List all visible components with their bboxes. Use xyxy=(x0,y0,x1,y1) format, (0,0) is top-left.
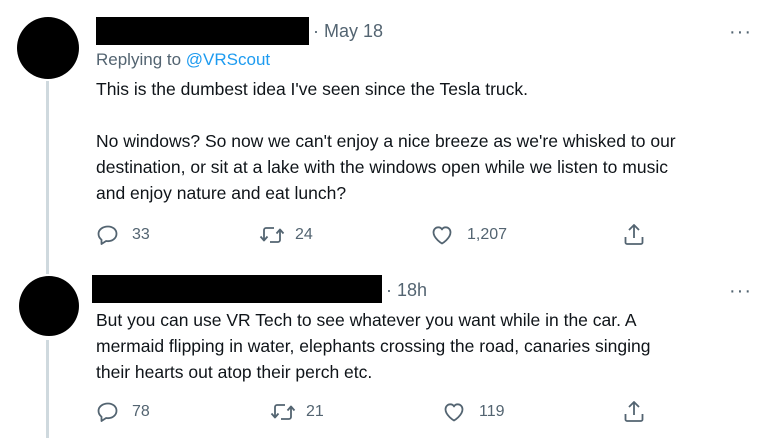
reply-button[interactable]: 33 xyxy=(96,223,150,247)
share-button[interactable] xyxy=(622,222,646,248)
retweet-button[interactable]: 24 xyxy=(259,223,313,247)
redacted-username xyxy=(92,275,382,303)
retweet-icon xyxy=(259,227,285,243)
tweet-timestamp[interactable]: · 18h xyxy=(386,280,427,301)
thread-line xyxy=(46,340,49,438)
retweet-button[interactable]: 21 xyxy=(270,400,324,424)
replying-to-handle-link[interactable]: @VRScout xyxy=(186,50,270,69)
heart-icon xyxy=(432,226,452,245)
reply-count: 78 xyxy=(132,403,150,420)
heart-icon xyxy=(444,403,464,422)
like-count: 119 xyxy=(479,403,505,420)
avatar[interactable] xyxy=(17,17,79,79)
tweet-timestamp[interactable]: · May 18 xyxy=(313,21,383,42)
more-icon[interactable]: ··· xyxy=(729,22,752,42)
thread-line-top xyxy=(46,262,49,274)
replying-to: Replying to @VRScout xyxy=(96,50,270,70)
share-icon xyxy=(624,224,644,245)
redacted-username xyxy=(96,17,309,45)
tweet-2[interactable]: · 18h ··· But you can use VR Tech to see… xyxy=(0,262,768,438)
like-count: 1,207 xyxy=(467,226,508,243)
replying-to-label: Replying to xyxy=(96,50,186,69)
tweet-text: This is the dumbest idea I've seen since… xyxy=(96,79,676,203)
like-button[interactable]: 1,207 xyxy=(430,223,507,247)
more-icon[interactable]: ··· xyxy=(729,281,752,301)
tweet-1[interactable]: · May 18 ··· Replying to @VRScout This i… xyxy=(0,0,768,262)
reply-count: 33 xyxy=(132,226,150,243)
reply-button[interactable]: 78 xyxy=(96,400,150,424)
retweet-count: 21 xyxy=(306,403,324,420)
avatar[interactable] xyxy=(19,276,79,336)
reply-icon xyxy=(97,402,118,422)
retweet-count: 24 xyxy=(295,226,313,243)
thread-line xyxy=(46,81,49,262)
share-icon xyxy=(624,401,644,422)
reply-icon xyxy=(97,225,118,245)
retweet-icon xyxy=(270,404,296,420)
like-button[interactable]: 119 xyxy=(442,400,505,424)
share-button[interactable] xyxy=(622,399,646,425)
tweet-text: But you can use VR Tech to see whatever … xyxy=(96,310,651,382)
